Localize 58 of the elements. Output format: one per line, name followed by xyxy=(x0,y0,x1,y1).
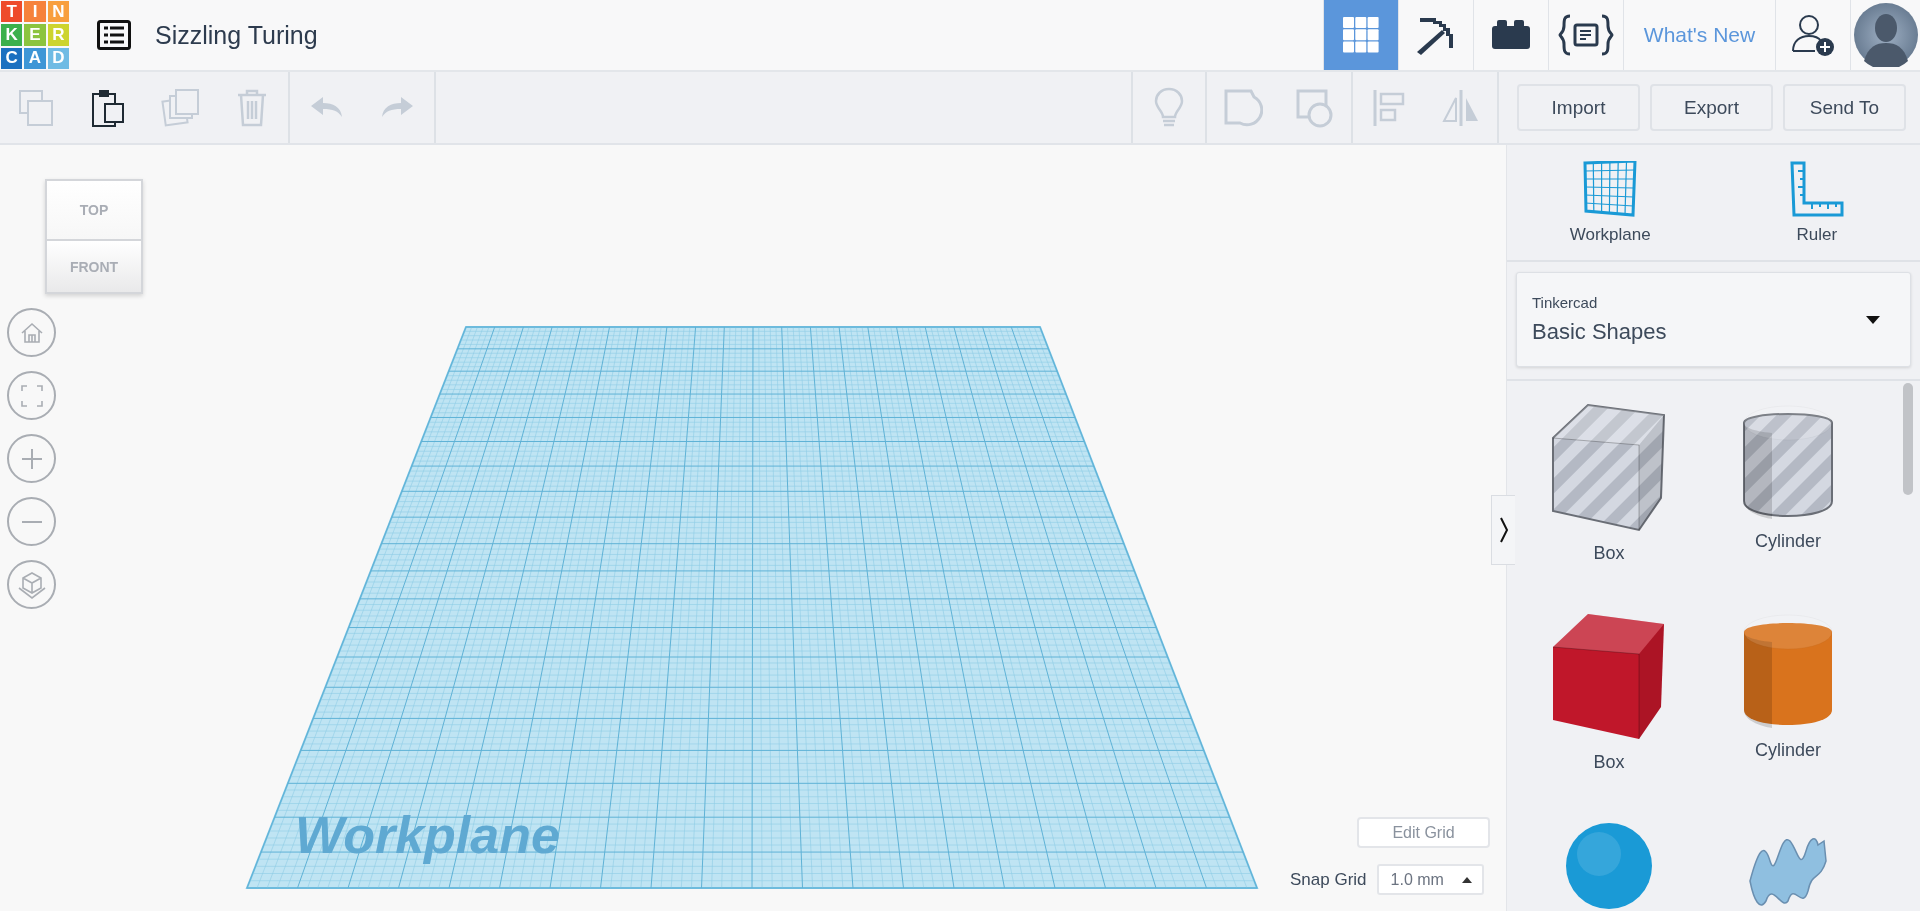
grid-plane-icon xyxy=(1583,160,1638,217)
cube-arrow-icon xyxy=(16,569,47,600)
caret-up-icon xyxy=(1461,876,1472,883)
logo-letter: R xyxy=(47,24,69,46)
ruler-icon xyxy=(1789,160,1844,217)
align-icon xyxy=(1372,87,1406,128)
logo-letter: N xyxy=(47,1,69,23)
code-blocks-icon xyxy=(1558,14,1614,56)
list-icon xyxy=(97,20,131,50)
zoom-in-icon xyxy=(19,446,44,471)
design-title[interactable]: Sizzling Turing xyxy=(155,20,318,50)
scrollbar[interactable] xyxy=(1903,383,1913,495)
fit-view-icon xyxy=(19,383,44,408)
logo-letter: A xyxy=(24,47,46,69)
logo-letter: C xyxy=(1,47,23,69)
snap-grid-select[interactable]: 1.0 mm xyxy=(1376,864,1484,895)
grid-icon xyxy=(1342,16,1380,54)
avatar[interactable] xyxy=(1853,3,1918,67)
chevron-right-icon xyxy=(1498,517,1509,543)
mirror-icon xyxy=(1441,87,1481,128)
workplane-grid[interactable] xyxy=(245,326,1259,889)
library-source: Tinkercad xyxy=(1532,294,1599,311)
fit-button[interactable] xyxy=(7,371,56,420)
tinkercad-logo[interactable]: T I N K E R C A D xyxy=(1,1,69,69)
shape-tile[interactable]: Cylinder xyxy=(1703,403,1873,564)
copy-icon xyxy=(18,88,54,127)
workplane-tool[interactable]: Workplane xyxy=(1507,145,1714,260)
zoom-out-icon xyxy=(19,520,44,523)
zoom-out-button[interactable] xyxy=(7,497,56,546)
home-icon xyxy=(19,320,44,345)
home-button[interactable] xyxy=(7,308,56,357)
zoom-in-button[interactable] xyxy=(7,434,56,483)
collapse-panel-handle[interactable] xyxy=(1491,495,1515,565)
logo-letter: D xyxy=(47,47,69,69)
snap-grid-label: Snap Grid xyxy=(1290,869,1367,890)
shape-library-dropdown[interactable]: Tinkercad Basic Shapes xyxy=(1516,272,1911,367)
ruler-tool[interactable]: Ruler xyxy=(1713,145,1920,260)
clipboard-icon xyxy=(91,87,125,128)
ungroup-icon xyxy=(1295,87,1335,128)
trash-icon xyxy=(236,87,268,128)
shape-tile[interactable]: Cylinder xyxy=(1703,612,1873,773)
logo-letter: K xyxy=(1,24,23,46)
logo-letter: T xyxy=(1,1,23,23)
shape-tile[interactable]: Box xyxy=(1515,612,1703,773)
toolbar-button[interactable]: Import xyxy=(1517,84,1640,131)
duplicate-icon xyxy=(160,87,200,128)
logo-letter: I xyxy=(24,1,46,23)
toolbar-button[interactable]: Export xyxy=(1650,84,1773,131)
add-user-icon xyxy=(1791,13,1835,57)
shape-tile[interactable]: Box xyxy=(1515,403,1703,564)
ortho-button[interactable] xyxy=(7,560,56,609)
toolbar-button[interactable]: Send To xyxy=(1783,84,1906,131)
brick-icon xyxy=(1491,20,1531,50)
lightbulb-icon xyxy=(1154,86,1184,129)
group-icon xyxy=(1223,87,1263,128)
logo-letter: E xyxy=(24,24,46,46)
library-name: Basic Shapes xyxy=(1532,319,1667,345)
caret-down-icon xyxy=(1866,315,1880,324)
